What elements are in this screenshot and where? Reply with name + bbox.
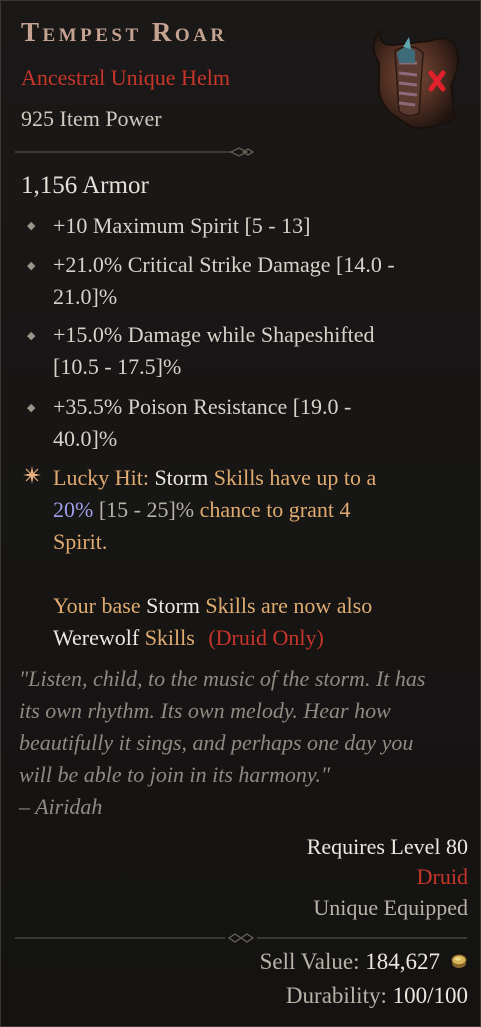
unique-power-line: Your base Storm Skills are now also [53, 590, 463, 622]
storm-keyword: Storm [146, 593, 200, 618]
power-text: Skills [144, 625, 195, 650]
armor-value: 1,156 Armor [21, 172, 149, 199]
affix-text: 40.0]% [53, 426, 118, 451]
diamond-bullet-icon: ◆ [27, 330, 36, 342]
gold-coin-icon [451, 954, 467, 968]
power-text: Skills are now also [205, 593, 373, 618]
werewolf-keyword: Werewolf [53, 625, 140, 650]
flavor-line: – Airidah [19, 794, 103, 819]
flavor-line: will be able to join in its harmony." [19, 762, 331, 787]
affix-text: +35.5% Poison Resistance [19.0 - [53, 394, 352, 419]
durability: Durability: 100/100 [286, 983, 468, 1009]
unique-equipped: Unique Equipped [313, 895, 468, 920]
power-text: Your base [53, 593, 141, 618]
power-value: 20% [53, 497, 94, 522]
power-range: [15 - 25]% [98, 497, 195, 522]
affix-line: +21.0% Critical Strike Damage [14.0 - 21… [53, 249, 463, 313]
flavor-line: its own rhythm. Its own melody. Hear how [19, 698, 391, 723]
flavor-line: "Listen, child, to the music of the stor… [19, 666, 426, 691]
sell-amount: 184,627 [365, 949, 440, 974]
unique-star-icon [23, 466, 41, 484]
class-restriction: (Druid Only) [208, 625, 324, 650]
affix-text: +15.0% Damage while Shapeshifted [53, 322, 375, 347]
flavor-text: "Listen, child, to the music of the stor… [19, 663, 469, 823]
item-name: Tempest Roar [21, 17, 228, 47]
durability-value: 100/100 [392, 983, 468, 1008]
power-text: Skills have up to a [213, 465, 377, 490]
unique-power-line: Werewolf Skills (Druid Only) [53, 622, 463, 654]
affix-text: 21.0]% [53, 284, 118, 309]
section-divider [15, 933, 467, 943]
unique-power: Lucky Hit: Storm Skills have up to a 20%… [53, 462, 463, 654]
diamond-bullet-icon: ◆ [27, 402, 36, 414]
item-type: Ancestral Unique Helm [21, 65, 230, 90]
diamond-bullet-icon: ◆ [27, 260, 36, 272]
affix-line: +10 Maximum Spirit [5 - 13] [53, 210, 463, 242]
sell-label: Sell Value: [259, 949, 360, 974]
unique-power-line: 20% [15 - 25]% chance to grant 4 [53, 494, 463, 526]
flavor-line: beautifully it sings, and perhaps one da… [19, 730, 414, 755]
required-level: Requires Level 80 [306, 834, 468, 859]
power-text: chance to grant 4 [199, 497, 351, 522]
diamond-bullet-icon: ◆ [27, 220, 36, 232]
affix-line: +35.5% Poison Resistance [19.0 - 40.0]% [53, 391, 463, 455]
section-divider [15, 147, 255, 157]
storm-keyword: Storm [154, 465, 209, 490]
affix-text: +21.0% Critical Strike Damage [14.0 - [53, 252, 395, 277]
required-class: Druid [416, 864, 468, 889]
sell-value: Sell Value: 184,627 [260, 949, 440, 975]
affix-text: +10 Maximum Spirit [5 - 13] [53, 213, 311, 238]
durability-label: Durability: [285, 983, 387, 1008]
item-tooltip: Tempest Roar Ancestral Unique Helm 925 I… [0, 0, 481, 1027]
affix-line: +15.0% Damage while Shapeshifted [10.5 -… [53, 319, 463, 383]
item-power: 925 Item Power [21, 106, 162, 131]
affix-text: [10.5 - 17.5]% [53, 354, 182, 379]
power-text: Spirit. [53, 529, 108, 554]
lucky-hit-label: Lucky Hit: [53, 465, 149, 490]
helm-icon [372, 28, 460, 129]
unique-power-line: Lucky Hit: Storm Skills have up to a [53, 462, 463, 494]
